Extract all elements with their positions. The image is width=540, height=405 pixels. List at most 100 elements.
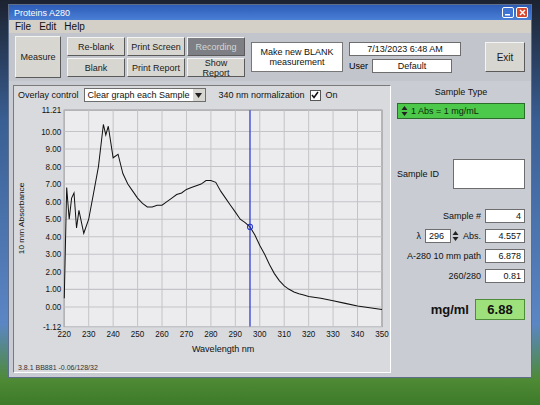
user-label: User	[349, 61, 368, 71]
app-window: Proteins A280FileEditHelpMeasureRe-blank…	[8, 4, 532, 378]
x-tick: 230	[82, 110, 96, 339]
svg-text:10.00: 10.00	[41, 127, 62, 136]
svg-text:260: 260	[155, 330, 169, 339]
svg-text:2.00: 2.00	[46, 268, 62, 277]
measure-button[interactable]: Measure	[15, 36, 61, 78]
ratio-label: 260/280	[448, 271, 481, 281]
svg-text:310: 310	[278, 330, 292, 339]
dropdown-icon	[195, 93, 202, 98]
normalization-state: On	[326, 90, 338, 100]
lambda-field[interactable]: 296	[425, 229, 451, 243]
x-tick: 240	[106, 110, 120, 339]
close-icon	[519, 9, 526, 16]
menu-item[interactable]: File	[15, 21, 31, 32]
svg-text:4.00: 4.00	[46, 233, 62, 242]
absorbance-chart[interactable]: 11.21 10.00 9.00 8.00 7.00 6.00 5.00 4.00 3.00 2.…	[14, 104, 390, 364]
svg-text:280: 280	[204, 330, 218, 339]
desktop: Proteins A280FileEditHelpMeasureRe-blank…	[0, 0, 540, 405]
chart-panel: Overlay controlClear graph each Sample34…	[13, 85, 391, 373]
lambda-label: λ	[416, 231, 421, 241]
minimize-button[interactable]	[502, 7, 514, 18]
toolbar-button[interactable]: Recording	[187, 37, 245, 56]
concentration-label: mg/ml	[431, 302, 469, 317]
svg-text:220: 220	[58, 330, 72, 339]
sample-type-select[interactable]: 1 Abs = 1 mg/mL	[397, 103, 525, 119]
a280-label: A-280 10 mm path	[407, 251, 481, 261]
y-tick: 3.00	[46, 250, 382, 259]
x-tick: 260	[155, 110, 169, 339]
svg-text:5.00: 5.00	[46, 215, 62, 224]
spinner-icon[interactable]	[401, 105, 408, 117]
menu-bar: File Edit Help	[9, 20, 531, 33]
y-tick: 0.00	[46, 303, 382, 312]
results-panel: Sample Type 1 Abs = 1 mg/mL Sample ID Sampl…	[395, 85, 527, 373]
sample-id-label: Sample ID	[397, 169, 439, 179]
sample-number-field[interactable]: 4	[485, 209, 525, 223]
svg-text:350: 350	[375, 330, 389, 339]
spinner-icon[interactable]	[452, 230, 459, 242]
concentration-value: 6.88	[475, 299, 525, 320]
toolbar-button[interactable]: Re-blank	[67, 37, 125, 56]
toolbar: Measure Re-blankPrint ScreenRecording Blan…	[9, 33, 531, 81]
spectrum-line	[64, 124, 382, 309]
button-grid: Re-blankPrint ScreenRecording BlankPrint …	[67, 37, 245, 77]
normalization-checkbox[interactable]	[310, 90, 321, 101]
svg-text:330: 330	[326, 330, 340, 339]
title-bar: Proteins A280	[9, 5, 531, 20]
svg-text:230: 230	[82, 330, 96, 339]
toolbar-button[interactable]: Print Screen	[127, 37, 185, 56]
plot-area	[64, 110, 382, 326]
svg-text:9.00: 9.00	[46, 145, 62, 154]
y-tick: 11.21	[42, 106, 382, 115]
status-bar: 3.8.1 BB881 -0.06/128/32	[14, 364, 390, 372]
svg-text:240: 240	[106, 330, 120, 339]
x-tick: 270	[180, 110, 194, 339]
exit-button[interactable]: Exit	[485, 42, 525, 72]
toolbar-button[interactable]: Print Report	[127, 58, 185, 77]
y-axis-title: 10 mm Absorbance	[17, 182, 26, 254]
abs-field: 4.557	[485, 229, 525, 243]
toolbar-button[interactable]: Blank	[67, 58, 125, 77]
x-tick: 320	[302, 110, 316, 339]
svg-text:7.00: 7.00	[46, 180, 62, 189]
svg-text:0.00: 0.00	[46, 303, 62, 312]
user-field[interactable]: Default	[372, 59, 452, 73]
svg-text:3.00: 3.00	[46, 250, 62, 259]
menu-item[interactable]: Edit	[39, 21, 56, 32]
datetime-field: 7/13/2023 6:48 AM	[349, 42, 461, 56]
sample-id-field[interactable]	[453, 159, 525, 189]
svg-text:1.00: 1.00	[46, 285, 62, 294]
toolbar-button[interactable]: Show Report	[187, 58, 245, 77]
x-tick: 350	[375, 110, 389, 339]
date-user: 7/13/2023 6:48 AM User Default	[349, 42, 461, 73]
sample-type-label: Sample Type	[397, 87, 525, 97]
svg-text:290: 290	[229, 330, 243, 339]
menu-item[interactable]: Help	[64, 21, 85, 32]
overlay-row: Overlay controlClear graph each Sample34…	[14, 86, 390, 104]
svg-text:250: 250	[131, 330, 145, 339]
x-tick: 220	[58, 110, 72, 339]
content: Overlay controlClear graph each Sample34…	[9, 81, 531, 377]
sample-number-label: Sample #	[443, 211, 481, 221]
x-tick: 330	[326, 110, 340, 339]
x-tick: 290	[229, 110, 243, 339]
close-button[interactable]	[516, 7, 528, 18]
y-tick: 2.00	[46, 268, 382, 277]
svg-text:270: 270	[180, 330, 194, 339]
svg-text:6.00: 6.00	[46, 198, 62, 207]
x-tick: 300	[253, 110, 267, 339]
minimize-icon	[505, 9, 512, 16]
y-tick: 1.00	[46, 285, 382, 294]
svg-text:300: 300	[253, 330, 267, 339]
svg-text:11.21: 11.21	[42, 106, 62, 115]
message-box: Make new BLANK measurement	[251, 42, 343, 72]
y-tick: 10.00	[41, 127, 382, 136]
x-tick: 280	[204, 110, 218, 339]
x-tick: 250	[131, 110, 145, 339]
y-tick: 6.00	[46, 198, 382, 207]
cursor-line[interactable]	[249, 110, 250, 326]
y-tick: 8.00	[46, 163, 382, 172]
y-tick: 4.00	[46, 233, 382, 242]
x-tick: 310	[278, 110, 292, 339]
overlay-select[interactable]: Clear graph each Sample	[84, 88, 206, 102]
